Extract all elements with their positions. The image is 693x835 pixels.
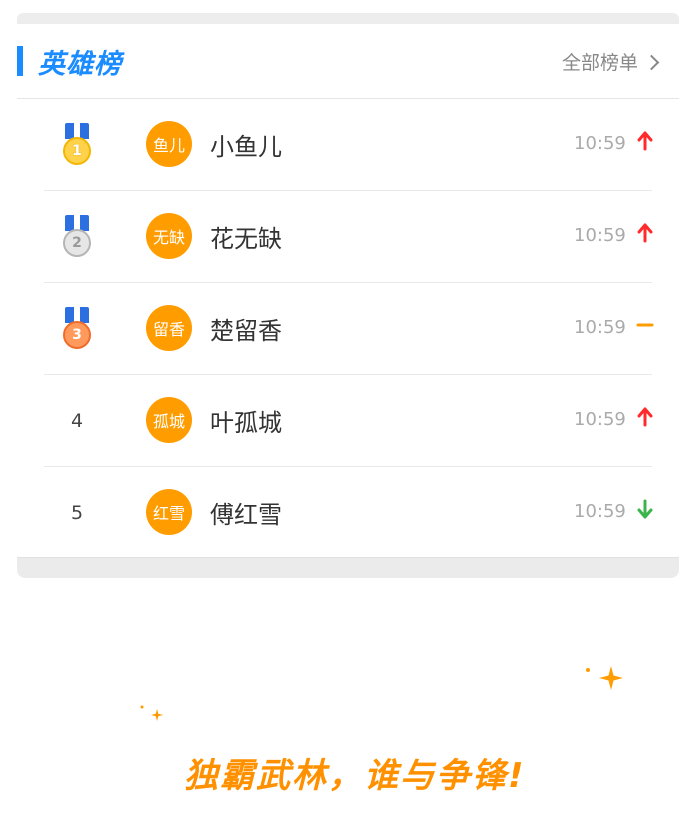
rank-cell: 5 (58, 467, 96, 558)
ranking-row[interactable]: 3 留香 楚留香 10:59 (44, 283, 654, 375)
ranking-list: 1 鱼儿 小鱼儿 10:59 2 无缺 花无缺 10:59 3 留香 楚留香 1… (44, 99, 654, 558)
sparkle-icon (586, 668, 590, 672)
update-time: 10:59 (574, 317, 626, 338)
avatar[interactable]: 留香 (146, 305, 192, 351)
rank-number: 1 (63, 136, 91, 165)
update-time: 10:59 (574, 409, 626, 430)
update-time: 10:59 (574, 501, 626, 522)
arrow-up-icon (636, 219, 654, 247)
ranking-row[interactable]: 4 孤城 叶孤城 10:59 (44, 375, 654, 467)
bronze-medal-icon: 3 (62, 306, 92, 351)
update-time: 10:59 (574, 225, 626, 246)
avatar[interactable]: 无缺 (146, 213, 192, 259)
silver-medal-icon: 2 (62, 214, 92, 259)
player-name: 花无缺 (210, 225, 282, 253)
rank-number: 2 (63, 228, 91, 257)
sparkle-icon (151, 709, 163, 721)
player-name: 楚留香 (210, 317, 282, 345)
arrow-down-icon (636, 495, 654, 523)
all-rankings-label: 全部榜单 (561, 52, 638, 74)
sparkle-icon (599, 666, 623, 690)
rank-cell: 2 (58, 191, 96, 282)
gold-medal-icon: 1 (62, 122, 92, 167)
rank-number: 3 (63, 320, 91, 349)
ranking-row[interactable]: 5 红雪 傅红雪 10:59 (44, 467, 654, 558)
rank-number: 5 (70, 501, 84, 524)
rank-cell: 4 (58, 375, 96, 466)
arrow-up-icon (636, 127, 654, 155)
leaderboard-header: 英雄榜 全部榜单 (17, 24, 679, 99)
card-bottom-shadow (17, 557, 679, 578)
leaderboard-card: 英雄榜 全部榜单 1 鱼儿 小鱼儿 10:59 2 无缺 花无缺 10:59 3… (17, 24, 679, 558)
all-rankings-link[interactable]: 全部榜单 (561, 48, 660, 75)
ranking-row[interactable]: 2 无缺 花无缺 10:59 (44, 191, 654, 283)
title-accent-bar (17, 46, 23, 76)
rank-cell: 3 (58, 283, 96, 374)
sparkle-icon (140, 705, 144, 709)
leaderboard-title: 英雄榜 (38, 49, 122, 80)
rank-cell: 1 (58, 99, 96, 190)
arrow-up-icon (636, 403, 654, 431)
ranking-row[interactable]: 1 鱼儿 小鱼儿 10:59 (44, 99, 654, 191)
dash-icon (636, 311, 654, 339)
player-name: 叶孤城 (210, 409, 282, 437)
chevron-right-icon (643, 54, 660, 71)
avatar[interactable]: 红雪 (146, 489, 192, 535)
player-name: 小鱼儿 (210, 133, 282, 161)
player-name: 傅红雪 (210, 501, 282, 529)
rank-number: 4 (70, 409, 84, 432)
slogan-text: 独霸武林，谁与争锋! (184, 756, 526, 796)
avatar[interactable]: 孤城 (146, 397, 192, 443)
avatar[interactable]: 鱼儿 (146, 121, 192, 167)
update-time: 10:59 (574, 133, 626, 154)
